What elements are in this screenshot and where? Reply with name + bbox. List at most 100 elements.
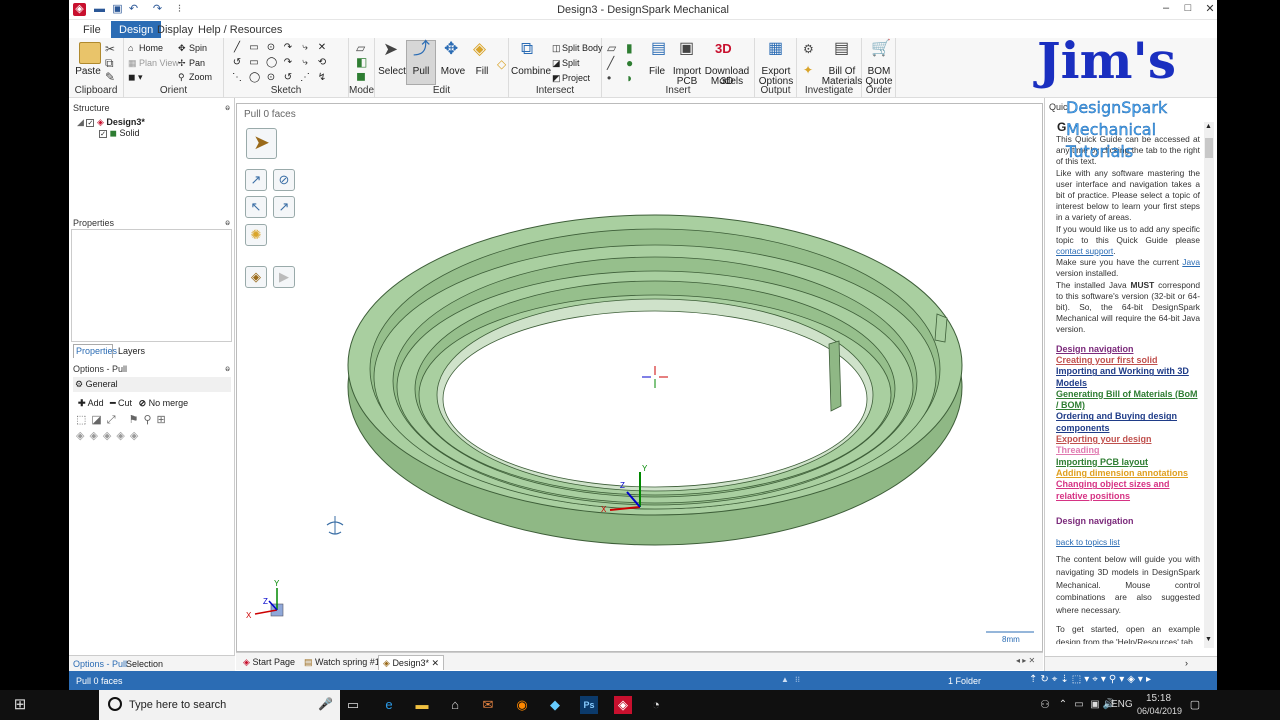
pull-option-icons-row1[interactable]: ⬚◪⤢ ⚑⚲⊞	[76, 413, 171, 427]
copy-icon[interactable]: ⧉	[105, 57, 114, 69]
tab-scroll-icon[interactable]: ◂ ▸ ✕	[1016, 656, 1035, 665]
bend-sketch-icon[interactable]: ↯	[317, 73, 327, 83]
status-scroll-icon[interactable]: ⁝⁝	[795, 675, 800, 684]
3d-viewport[interactable]: Pull 0 faces ➤ ↗ ⊘ ↖ ↗ ✺ ◈ ▶ Y X Z Y X Z…	[236, 103, 1043, 652]
pin-icon[interactable]: ⱺ	[225, 364, 230, 373]
insert-file-button[interactable]: File	[643, 67, 671, 77]
close-tab-icon[interactable]: ✕	[431, 658, 439, 668]
pull-option-icons-row2[interactable]: ◈◈◈◈◈	[76, 429, 143, 442]
spline-sketch-icon[interactable]: ↺	[232, 58, 242, 68]
download-3d-icon[interactable]: 3D	[715, 42, 732, 55]
checkbox-icon[interactable]: ✓	[99, 129, 107, 138]
combine-button[interactable]: Combine	[511, 67, 551, 77]
view-cube-icon[interactable]: ◼ ▾	[128, 72, 143, 83]
split-icon[interactable]: ◪	[552, 58, 561, 69]
checkbox-icon[interactable]: ✓	[86, 118, 95, 127]
add-icon[interactable]: ✚	[78, 398, 86, 408]
pin-icon[interactable]: ⱺ	[225, 103, 230, 112]
section-mode-icon[interactable]: ◧	[356, 56, 367, 68]
general-section[interactable]: ⚙ General	[73, 377, 231, 392]
doc-tab-start-page[interactable]: ◈ Start Page	[239, 655, 299, 670]
select-button[interactable]: Select	[377, 67, 407, 77]
language-indicator[interactable]: ENG	[1111, 699, 1133, 710]
guide-topic-link[interactable]: Adding dimension annotations	[1056, 468, 1200, 479]
project-sketch-icon[interactable]: ⋰	[300, 73, 310, 83]
plan-view-button[interactable]: Plan View	[139, 58, 179, 68]
home-view-icon[interactable]: ⌂	[128, 43, 133, 53]
sweep-arc-sketch-icon[interactable]: ↷	[283, 58, 293, 68]
selection-tab[interactable]: Selection	[126, 659, 163, 669]
cart-icon[interactable]: 🛒	[871, 41, 891, 57]
arc-sketch-icon[interactable]: ↷	[283, 43, 293, 53]
layers-tab[interactable]: Layers	[116, 345, 147, 357]
trim-sketch-icon[interactable]: ✕	[317, 43, 327, 53]
status-arrow-icon[interactable]: ▲	[781, 675, 789, 684]
close-button[interactable]: ✕	[1201, 2, 1217, 18]
file-explorer-icon[interactable]: ▬	[413, 696, 431, 714]
collapse-icon[interactable]: ◢	[77, 117, 84, 127]
pin-icon[interactable]: ⱺ	[225, 218, 230, 227]
sphere-icon[interactable]: ●	[626, 57, 633, 69]
no-merge-icon[interactable]: ⊘	[139, 398, 147, 408]
project-button[interactable]: Project	[562, 73, 590, 83]
offset-sketch-icon[interactable]: ⤷	[300, 58, 310, 68]
point-sketch-icon[interactable]: ⋱	[232, 73, 242, 83]
clock-date[interactable]: 06/04/2019	[1137, 706, 1182, 716]
guide-scrollbar[interactable]: ▲ ▼	[1204, 122, 1214, 648]
guide-hscroll[interactable]: ›	[1045, 656, 1217, 671]
status-toolbar-icons[interactable]: ⇡↻⌖⇣⬚▾⌖▾⚲▾◈▾▸	[1029, 674, 1154, 685]
move-icon[interactable]: ✥	[444, 40, 458, 57]
pull-icon[interactable]: ⤴	[413, 40, 430, 57]
check-geometry-icon[interactable]: ✦	[803, 64, 813, 76]
fill-button[interactable]: Fill	[467, 67, 497, 77]
line-sketch-icon[interactable]: ╱	[232, 43, 242, 53]
rectangle-sketch-icon[interactable]: ▭	[249, 43, 259, 53]
add-option[interactable]: Add	[88, 398, 104, 408]
options-pull-tab[interactable]: Options - Pull	[73, 659, 127, 669]
fill-extra-icon[interactable]: ◇	[497, 58, 506, 70]
store-icon[interactable]: ⌂	[446, 696, 464, 714]
sketch-mode-icon[interactable]: ▱	[356, 42, 365, 54]
circle-sketch-icon[interactable]: ⊙	[266, 43, 276, 53]
cut-icon[interactable]: ✂	[105, 43, 115, 55]
tab-help-resources[interactable]: Help / Resources	[190, 21, 290, 38]
home-button[interactable]: Home	[139, 43, 163, 53]
origin-icon[interactable]: •	[607, 72, 611, 84]
polygon-sketch-icon[interactable]: ◯	[249, 73, 260, 83]
cylinder-icon[interactable]: ▮	[626, 42, 633, 54]
format-painter-icon[interactable]: ✎	[105, 71, 115, 83]
three-point-circle-sketch-icon[interactable]: ⊙	[266, 73, 276, 83]
properties-tab[interactable]: Properties	[73, 344, 117, 358]
minimize-button[interactable]: –	[1157, 2, 1175, 18]
select-icon[interactable]: ➤	[383, 40, 398, 58]
ellipse-sketch-icon[interactable]: ◯	[266, 58, 277, 68]
scroll-down-icon[interactable]: ▼	[1205, 636, 1212, 643]
microphone-icon[interactable]: 🎤	[318, 697, 333, 711]
photoshop-icon[interactable]: Ps	[580, 696, 598, 714]
three-point-rectangle-sketch-icon[interactable]: ▭	[249, 58, 259, 68]
spring-model[interactable]: Y X Z Y X Z 8mm	[237, 104, 1042, 651]
paste-button[interactable]: Paste	[73, 67, 103, 77]
guide-topic-link[interactable]: Importing and Working with 3D Models	[1056, 366, 1200, 389]
mail-icon[interactable]: ✉	[479, 696, 497, 714]
export-icon[interactable]: ▦	[768, 41, 783, 57]
firefox-icon[interactable]: ◉	[513, 696, 531, 714]
three-point-arc-sketch-icon[interactable]: ↺	[283, 73, 293, 83]
guide-topic-link[interactable]: Threading	[1056, 445, 1200, 456]
guide-topic-link[interactable]: Importing PCB layout	[1056, 457, 1200, 468]
combine-icon[interactable]: ⧉	[521, 40, 533, 57]
cut-option[interactable]: Cut	[118, 398, 132, 408]
zoom-icon[interactable]: ⚲	[178, 72, 185, 83]
fillet-sketch-icon[interactable]: ⟲	[317, 58, 327, 68]
move-button[interactable]: Move	[438, 67, 468, 77]
designspark-taskbar-icon[interactable]: ◈	[614, 696, 632, 714]
axis-icon[interactable]: ╱	[607, 57, 614, 69]
bill-of-materials-icon[interactable]: ▤	[834, 41, 849, 57]
doc-tab-watch-spring[interactable]: ▤ Watch spring #1	[300, 655, 384, 670]
tangent-arc-sketch-icon[interactable]: ⤷	[300, 43, 310, 53]
split-body-icon[interactable]: ◫	[552, 43, 561, 54]
project-icon[interactable]: ◩	[552, 73, 561, 84]
pan-button[interactable]: Pan	[189, 58, 205, 68]
maximize-button[interactable]: □	[1179, 2, 1197, 18]
fill-icon[interactable]: ◈	[473, 40, 486, 57]
